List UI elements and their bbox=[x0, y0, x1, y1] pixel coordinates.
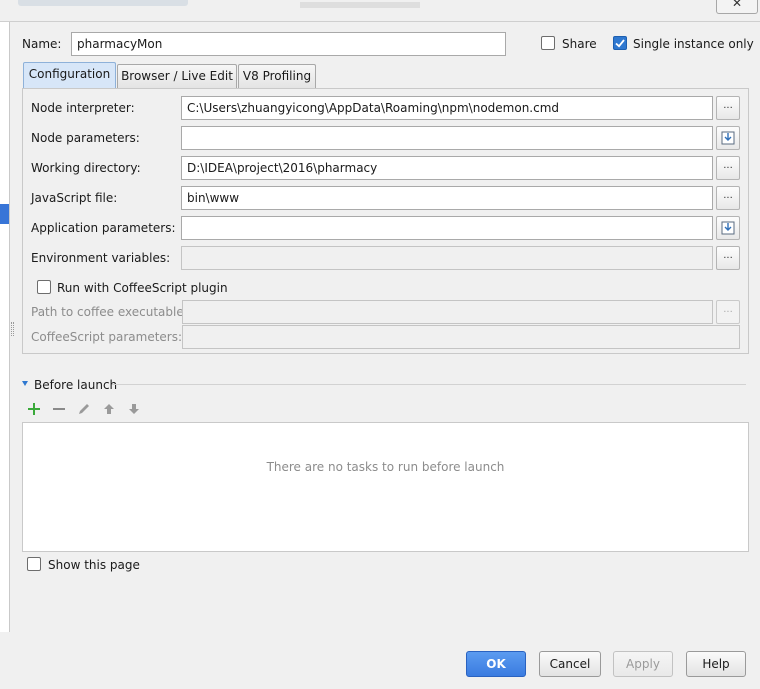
remove-icon[interactable] bbox=[51, 401, 67, 417]
ok-button[interactable]: OK bbox=[466, 651, 526, 677]
node-parameters-field[interactable] bbox=[181, 126, 713, 150]
tab-v8-profiling[interactable]: V8 Profiling bbox=[238, 64, 316, 88]
configurations-tree-panel[interactable] bbox=[0, 22, 10, 632]
node-interpreter-field[interactable]: C:\Users\zhuangyicong\AppData\Roaming\np… bbox=[181, 96, 713, 120]
window-close-button[interactable]: ✕ bbox=[716, 0, 758, 14]
working-directory-field[interactable]: D:\IDEA\project\2016\pharmacy bbox=[181, 156, 713, 180]
splitter-handle[interactable] bbox=[11, 322, 14, 336]
coffee-path-browse-button[interactable]: ... bbox=[716, 300, 740, 324]
show-page-checkbox[interactable] bbox=[27, 557, 41, 571]
coffee-path-field[interactable] bbox=[182, 300, 713, 324]
coffee-path-label: Path to coffee executable: bbox=[31, 305, 188, 319]
node-interpreter-label: Node interpreter: bbox=[31, 101, 135, 115]
move-down-icon[interactable] bbox=[126, 401, 142, 417]
working-directory-browse-button[interactable]: ... bbox=[716, 156, 740, 180]
environment-variables-label: Environment variables: bbox=[31, 251, 171, 265]
expand-editor-icon bbox=[721, 131, 735, 145]
show-page-label: Show this page bbox=[48, 558, 140, 572]
javascript-file-label: JavaScript file: bbox=[31, 191, 118, 205]
application-parameters-expand-button[interactable] bbox=[716, 216, 740, 240]
name-field[interactable]: pharmacyMon bbox=[71, 32, 506, 56]
javascript-file-field[interactable]: bin\www bbox=[181, 186, 713, 210]
help-button[interactable]: Help bbox=[686, 651, 746, 677]
title-bar bbox=[0, 0, 760, 22]
coffeescript-plugin-checkbox[interactable] bbox=[37, 280, 51, 294]
working-directory-label: Working directory: bbox=[31, 161, 141, 175]
application-parameters-label: Application parameters: bbox=[31, 221, 176, 235]
checkmark-icon bbox=[615, 39, 625, 48]
before-launch-task-list[interactable] bbox=[22, 422, 749, 552]
before-launch-separator bbox=[112, 384, 746, 385]
add-icon[interactable] bbox=[26, 401, 42, 417]
expand-editor-icon bbox=[721, 221, 735, 235]
node-parameters-expand-button[interactable] bbox=[716, 126, 740, 150]
title-bar-residue bbox=[300, 2, 420, 8]
coffee-params-label: CoffeeScript parameters: bbox=[31, 330, 183, 344]
environment-variables-field[interactable] bbox=[181, 246, 713, 270]
move-up-icon[interactable] bbox=[101, 401, 117, 417]
cancel-button[interactable]: Cancel bbox=[539, 651, 601, 677]
share-label: Share bbox=[562, 37, 597, 51]
single-instance-label: Single instance only bbox=[633, 37, 754, 51]
node-interpreter-browse-button[interactable]: ... bbox=[716, 96, 740, 120]
coffee-params-field[interactable] bbox=[182, 325, 740, 349]
application-parameters-field[interactable] bbox=[181, 216, 713, 240]
tab-browser-live-edit[interactable]: Browser / Live Edit bbox=[117, 64, 237, 88]
environment-variables-browse-button[interactable]: ... bbox=[716, 246, 740, 270]
single-instance-checkbox[interactable] bbox=[613, 36, 627, 50]
share-checkbox[interactable] bbox=[541, 36, 555, 50]
tab-configuration[interactable]: Configuration bbox=[23, 62, 116, 88]
coffeescript-plugin-label: Run with CoffeeScript plugin bbox=[57, 281, 228, 295]
title-bar-residue bbox=[18, 0, 188, 6]
configurations-tree-selection[interactable] bbox=[0, 204, 9, 224]
name-label: Name: bbox=[22, 37, 62, 51]
before-launch-title: Before launch bbox=[34, 378, 118, 392]
empty-tasks-message: There are no tasks to run before launch bbox=[266, 460, 505, 474]
edit-icon[interactable] bbox=[76, 401, 92, 417]
node-parameters-label: Node parameters: bbox=[31, 131, 140, 145]
apply-button[interactable]: Apply bbox=[613, 651, 673, 677]
javascript-file-browse-button[interactable]: ... bbox=[716, 186, 740, 210]
collapse-triangle-icon[interactable] bbox=[22, 381, 28, 386]
